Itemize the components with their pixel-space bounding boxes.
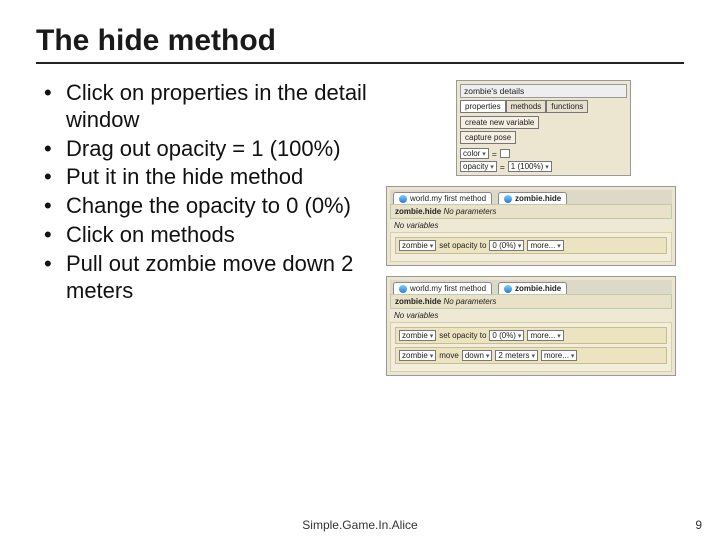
equals-label: = [500,162,505,172]
tab-world-label: world.my first method [410,284,486,293]
stmt-more[interactable]: more... [527,240,563,251]
color-property-row[interactable]: color = [460,148,627,159]
world-icon [504,195,512,203]
method-vars: No variables [390,309,672,322]
stmt-object[interactable]: zombie [399,330,436,341]
world-icon [504,285,512,293]
tab-zombie-hide[interactable]: zombie.hide [498,282,567,294]
world-icon [399,195,407,203]
stmt-action: move [439,351,459,360]
tab-zombie-hide[interactable]: zombie.hide [498,192,567,204]
bullet-list: Click on properties in the detail window… [44,80,374,376]
tab-world-method[interactable]: world.my first method [393,282,492,294]
tab-hide-label: zombie.hide [515,284,561,293]
stmt-action: set opacity to [439,331,486,340]
stmt-amount[interactable]: 2 meters [495,350,538,361]
method-body: zombie set opacity to 0 (0%) more... zom… [390,322,672,372]
figures-column: zombie's details properties methods func… [386,80,700,376]
equals-label: = [492,149,497,159]
method-header: zombie.hide No parameters [390,204,672,219]
tab-world-method[interactable]: world.my first method [393,192,492,204]
color-swatch[interactable] [500,149,510,158]
color-label: color [460,148,489,159]
method-params: No parameters [443,297,496,306]
opacity-label: opacity [460,161,497,172]
set-opacity-statement[interactable]: zombie set opacity to 0 (0%) more... [395,327,667,344]
tab-hide-label: zombie.hide [515,194,561,203]
stmt-action: set opacity to [439,241,486,250]
list-item: Change the opacity to 0 (0%) [44,193,374,220]
page-number: 9 [695,518,702,532]
list-item: Pull out zombie move down 2 meters [44,251,374,305]
tab-properties[interactable]: properties [460,100,506,113]
stmt-value[interactable]: 0 (0%) [489,330,524,341]
stmt-more[interactable]: more... [541,350,577,361]
capture-pose-button[interactable]: capture pose [460,131,516,144]
method-editor-b: world.my first method zombie.hide zombie… [386,276,676,376]
opacity-property-row[interactable]: opacity = 1 (100%) [460,161,627,172]
set-opacity-statement[interactable]: zombie set opacity to 0 (0%) more... [395,237,667,254]
stmt-object[interactable]: zombie [399,350,436,361]
opacity-value[interactable]: 1 (100%) [508,161,552,172]
stmt-object[interactable]: zombie [399,240,436,251]
page-title: The hide method [36,24,684,64]
list-item: Click on methods [44,222,374,249]
create-variable-button[interactable]: create new variable [460,116,539,129]
world-icon [399,285,407,293]
details-header: zombie's details [460,84,627,98]
method-body: zombie set opacity to 0 (0%) more... [390,232,672,262]
stmt-value[interactable]: 0 (0%) [489,240,524,251]
details-tabs: properties methods functions [460,100,627,113]
details-panel: zombie's details properties methods func… [456,80,631,176]
method-editor-a: world.my first method zombie.hide zombie… [386,186,676,266]
tab-functions[interactable]: functions [546,100,588,113]
method-header: zombie.hide No parameters [390,294,672,309]
stmt-more[interactable]: more... [527,330,563,341]
method-name: zombie.hide [395,297,441,306]
method-name: zombie.hide [395,207,441,216]
tab-methods[interactable]: methods [506,100,547,113]
list-item: Put it in the hide method [44,164,374,191]
list-item: Drag out opacity = 1 (100%) [44,136,374,163]
move-statement[interactable]: zombie move down 2 meters more... [395,347,667,364]
method-vars: No variables [390,219,672,232]
stmt-direction[interactable]: down [462,350,493,361]
footer-text: Simple.Game.In.Alice [0,518,720,532]
method-params: No parameters [443,207,496,216]
tab-world-label: world.my first method [410,194,486,203]
list-item: Click on properties in the detail window [44,80,374,134]
